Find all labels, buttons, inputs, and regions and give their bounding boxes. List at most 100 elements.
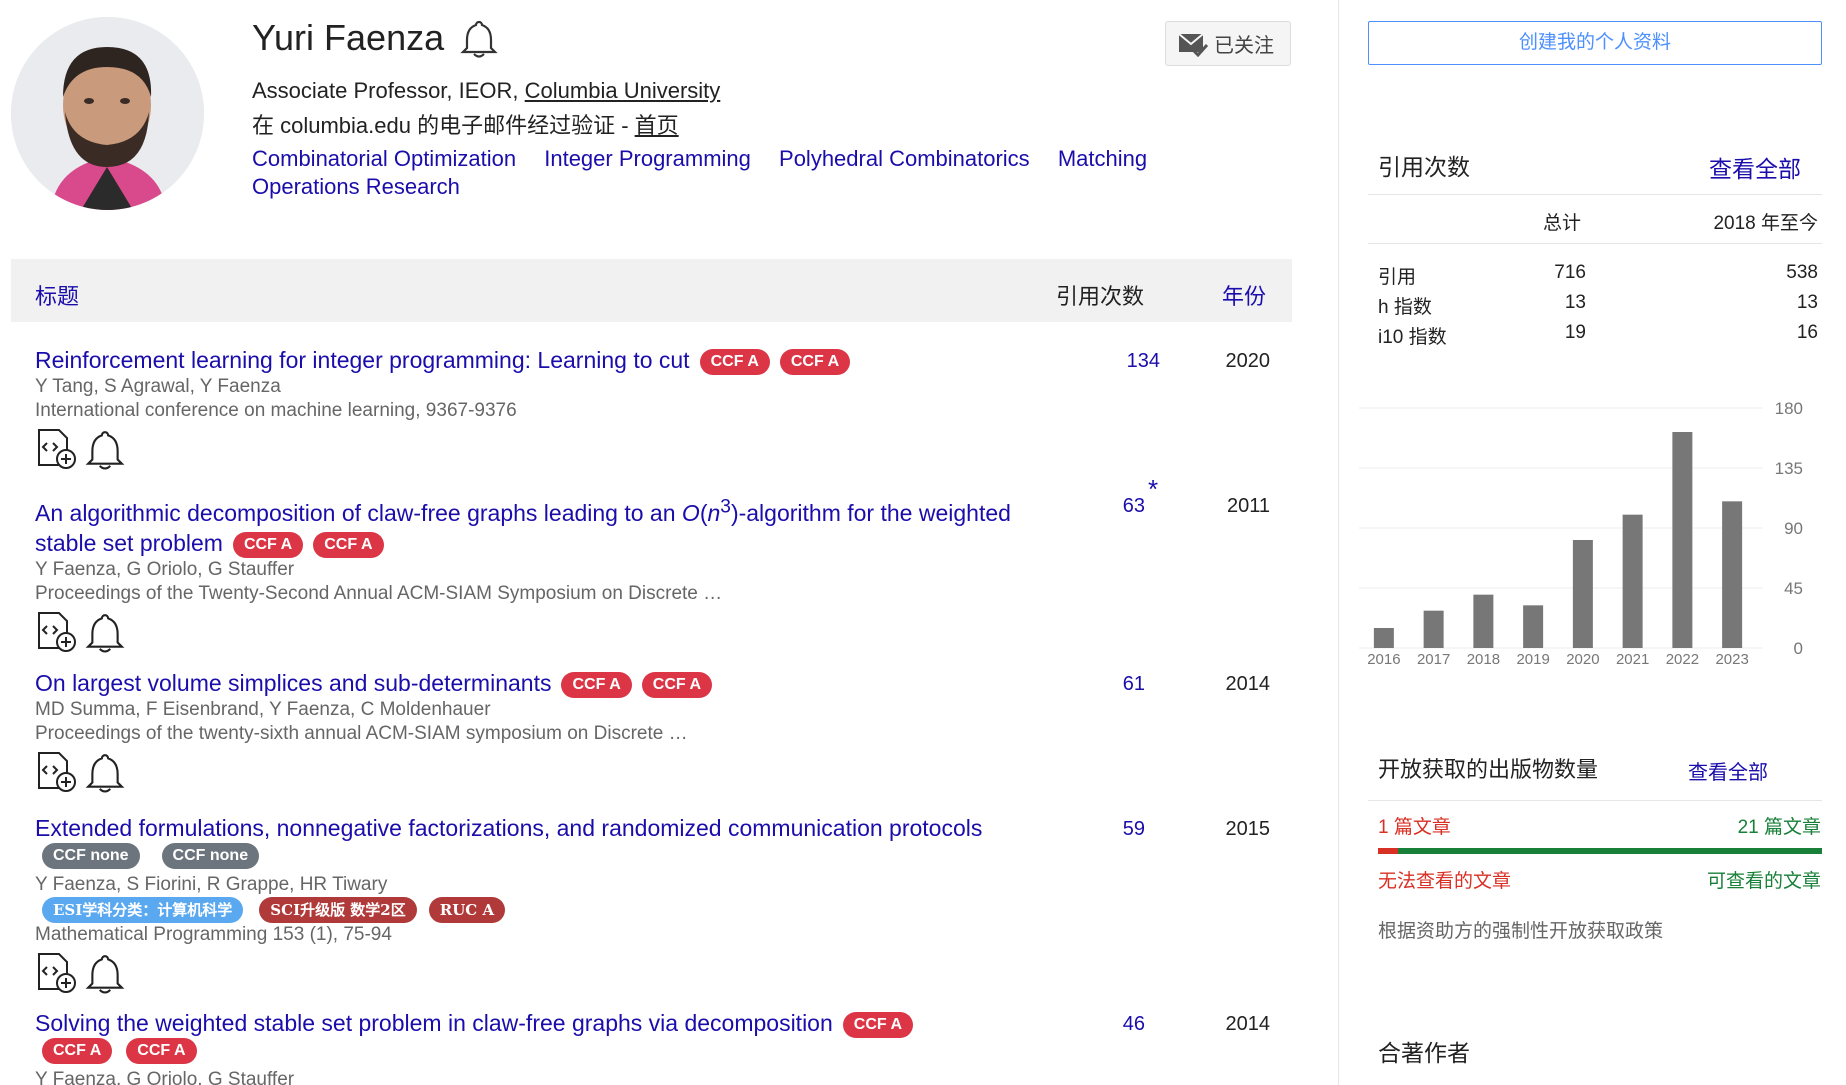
table-header: 标题 引用次数 年份: [11, 259, 1292, 322]
x-tick-label: 2017: [1417, 651, 1450, 668]
bell-icon[interactable]: [85, 750, 125, 794]
publication-row-title: Reinforcement learning for integer progr…: [35, 345, 1045, 375]
citation-count[interactable]: 63: [1065, 495, 1145, 518]
citations-bar-chart: 0 45 90 135 180 2016 2017 2018 2019 2020 2021 2022 2…: [1359, 399, 1803, 668]
bell-icon[interactable]: [85, 427, 125, 471]
y-tick-label: 90: [1784, 519, 1803, 538]
y-tick-label: 45: [1784, 579, 1803, 598]
row-total: 19: [1564, 322, 1586, 343]
publication-venue: International conference on machine lear…: [35, 400, 517, 421]
interest-link[interactable]: Matching: [1058, 146, 1147, 171]
merged-citations-star[interactable]: *: [1148, 474, 1158, 505]
publication-row-title: Extended formulations, nonnegative facto…: [35, 813, 1045, 843]
citation-count[interactable]: 46: [1065, 1013, 1145, 1036]
interest-link[interactable]: Integer Programming: [544, 146, 751, 171]
publication-venue: Proceedings of the twenty-sixth annual A…: [35, 723, 688, 744]
chart-bar[interactable]: [1572, 540, 1593, 648]
publication-row-title: On largest volume simplices and sub-dete…: [35, 668, 1045, 698]
row-label: 引用: [1378, 267, 1417, 288]
esi-badge: ESI学科分类：计算机科学: [42, 897, 244, 923]
publication-title[interactable]: Extended formulations, nonnegative facto…: [35, 815, 982, 841]
sort-cited-by[interactable]: 引用次数: [1056, 279, 1144, 311]
publication-row-title: Solving the weighted stable set problem …: [35, 1008, 1045, 1038]
publication-actions: [35, 951, 1280, 995]
cite-add-icon[interactable]: [35, 610, 79, 654]
oa-available-label[interactable]: 可查看的文章: [1707, 866, 1821, 893]
publication-title[interactable]: On largest volume simplices and sub-dete…: [35, 670, 551, 696]
x-tick-label: 2019: [1516, 651, 1549, 668]
title-part: An algorithmic decomposition of claw-fre…: [35, 499, 682, 526]
interest-link[interactable]: Combinatorial Optimization: [252, 146, 516, 171]
cite-add-icon[interactable]: [35, 750, 79, 794]
publication-authors: Y Tang, S Agrawal, Y Faenza: [35, 376, 281, 397]
row-since: 13: [1796, 292, 1818, 313]
affiliation-link[interactable]: Columbia University: [525, 78, 721, 103]
citations-table-header: 总计 2018 年至今: [1378, 208, 1818, 238]
interest-link[interactable]: Polyhedral Combinatorics: [779, 146, 1030, 171]
citation-count[interactable]: 61: [1065, 673, 1145, 696]
view-all-citations-link[interactable]: 查看全部: [1709, 150, 1801, 184]
title-part: 3: [720, 496, 731, 517]
ccf-badge: CCF A: [561, 671, 632, 698]
coauthors-title: 合著作者: [1378, 1040, 1470, 1066]
publication-authors: MD Summa, F Eisenbrand, Y Faenza, C Mold…: [35, 699, 491, 720]
email-text: 在 columbia.edu 的电子邮件经过验证 -: [252, 113, 635, 138]
publication-venue: Mathematical Programming 153 (1), 75-94: [35, 924, 392, 945]
sort-title[interactable]: 标题: [35, 279, 79, 311]
chart-bar[interactable]: [1423, 610, 1444, 648]
oa-unavailable-label[interactable]: 无法查看的文章: [1378, 866, 1511, 893]
affiliation: Associate Professor, IEOR, Columbia Univ…: [252, 78, 720, 104]
bell-icon[interactable]: [85, 610, 125, 654]
chart-bar[interactable]: [1672, 432, 1693, 648]
citation-count[interactable]: 134: [1080, 350, 1160, 373]
cite-add-icon[interactable]: [35, 951, 79, 995]
ccf-badge: CCF A: [699, 348, 770, 375]
publication-title[interactable]: An algorithmic decomposition of claw-fre…: [35, 496, 1011, 556]
chart-bar[interactable]: [1622, 514, 1643, 648]
citation-count[interactable]: 59: [1065, 818, 1145, 841]
publication-actions: [35, 610, 1280, 654]
research-interests: Combinatorial Optimization Integer Progr…: [252, 145, 1182, 201]
badge-row: CCF none CCF none: [35, 843, 1280, 873]
x-tick-label: 2021: [1616, 651, 1649, 668]
profile-name: Yuri Faenza: [252, 17, 445, 58]
chart-bar[interactable]: [1373, 628, 1394, 648]
x-tick-label: 2016: [1367, 651, 1400, 668]
divider: [1368, 800, 1822, 801]
publication-authors: Y Faenza, G Oriolo, G Stauffer: [35, 1069, 295, 1085]
publication-venue: Proceedings of the Twenty-Second Annual …: [35, 582, 723, 604]
chart-bar[interactable]: [1473, 594, 1494, 648]
bell-icon[interactable]: [85, 951, 125, 995]
interest-link[interactable]: Operations Research: [252, 174, 460, 199]
homepage-link[interactable]: 首页: [635, 113, 679, 138]
y-tick-label: 0: [1794, 639, 1803, 658]
publication-row-title: An algorithmic decomposition of claw-fre…: [35, 492, 1045, 558]
ruc-badge: RUC A: [428, 897, 506, 923]
oa-available-count: 21 篇文章: [1737, 817, 1821, 838]
publication-year: 2020: [1225, 350, 1271, 372]
publication-title[interactable]: Reinforcement learning for integer progr…: [35, 347, 690, 373]
sort-year[interactable]: 年份: [1222, 279, 1266, 311]
citations-title: 引用次数: [1378, 154, 1470, 180]
sidebar: 创建我的个人资料 引用次数 查看全部 总计 2018 年至今 引用 716 53…: [1338, 0, 1846, 1085]
y-tick-label: 135: [1775, 459, 1803, 478]
publication-authors: Y Faenza, G Oriolo, G Stauffer: [35, 558, 295, 580]
oa-policy: 根据资助方的强制性开放获取政策: [1378, 921, 1664, 942]
chart-bar[interactable]: [1722, 501, 1743, 648]
ccf-badge: CCF A: [779, 348, 851, 375]
bell-icon[interactable]: [460, 18, 498, 58]
x-tick-label: 2022: [1666, 651, 1699, 668]
badge-row: CCF A CCF A: [35, 1038, 1280, 1068]
create-profile-button[interactable]: 创建我的个人资料: [1368, 21, 1822, 65]
chart-bar[interactable]: [1523, 605, 1544, 648]
row-total: 13: [1564, 292, 1586, 313]
ccf-badge: CCF A: [232, 531, 304, 558]
follow-button[interactable]: 已关注: [1165, 21, 1291, 66]
publication-year: 2014: [1225, 673, 1271, 695]
oa-unavailable-count: 1 篇文章: [1378, 817, 1451, 838]
publication-title[interactable]: Solving the weighted stable set problem …: [35, 1010, 833, 1036]
ccf-badge: CCF A: [126, 1038, 197, 1064]
cite-add-icon[interactable]: [35, 427, 79, 471]
x-tick-label: 2018: [1467, 651, 1500, 668]
view-all-open-access-link[interactable]: 查看全部: [1688, 756, 1768, 785]
